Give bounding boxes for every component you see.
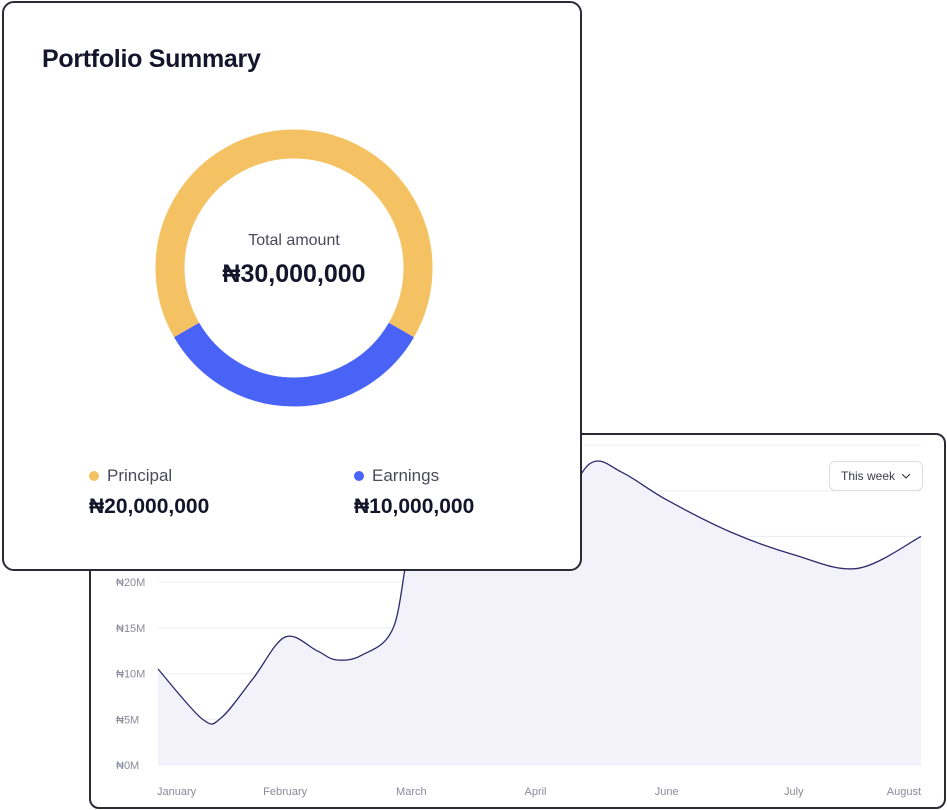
legend-earnings-value: ₦10,000,000 [354, 495, 475, 518]
earnings-dot-icon [354, 471, 364, 481]
x-tick-label: March [396, 786, 427, 798]
legend-principal-label: Principal [107, 466, 173, 485]
card-title: Portfolio Summary [42, 45, 261, 73]
y-tick-label: ₦5M [116, 714, 139, 726]
total-amount-label: Total amount [248, 231, 340, 249]
y-tick-label: ₦10M [116, 669, 145, 681]
legend-earnings-label: Earnings [372, 466, 440, 485]
donut-center: Total amount ₦30,000,000 [154, 128, 434, 408]
period-dropdown[interactable]: This week [829, 461, 923, 491]
y-tick-label: ₦0M [116, 760, 139, 772]
x-tick-label: August [887, 786, 921, 798]
x-tick-label: February [263, 786, 308, 798]
legend-principal-value: ₦20,000,000 [89, 495, 210, 518]
x-tick-label: April [524, 786, 546, 798]
principal-dot-icon [89, 471, 99, 481]
chevron-down-icon [901, 473, 911, 479]
x-tick-label: June [655, 786, 679, 798]
x-tick-label: January [157, 786, 197, 798]
period-dropdown-label: This week [840, 469, 896, 483]
legend-earnings: Earnings ₦10,000,000 [354, 466, 474, 519]
legend-principal: Principal ₦20,000,000 [89, 466, 209, 519]
y-tick-label: ₦20M [116, 577, 145, 589]
total-amount-value: ₦30,000,000 [222, 259, 366, 288]
y-tick-label: ₦15M [116, 623, 145, 635]
portfolio-summary-card: Portfolio Summary Total amount ₦30,000,0… [2, 1, 582, 571]
x-tick-label: July [784, 786, 804, 798]
